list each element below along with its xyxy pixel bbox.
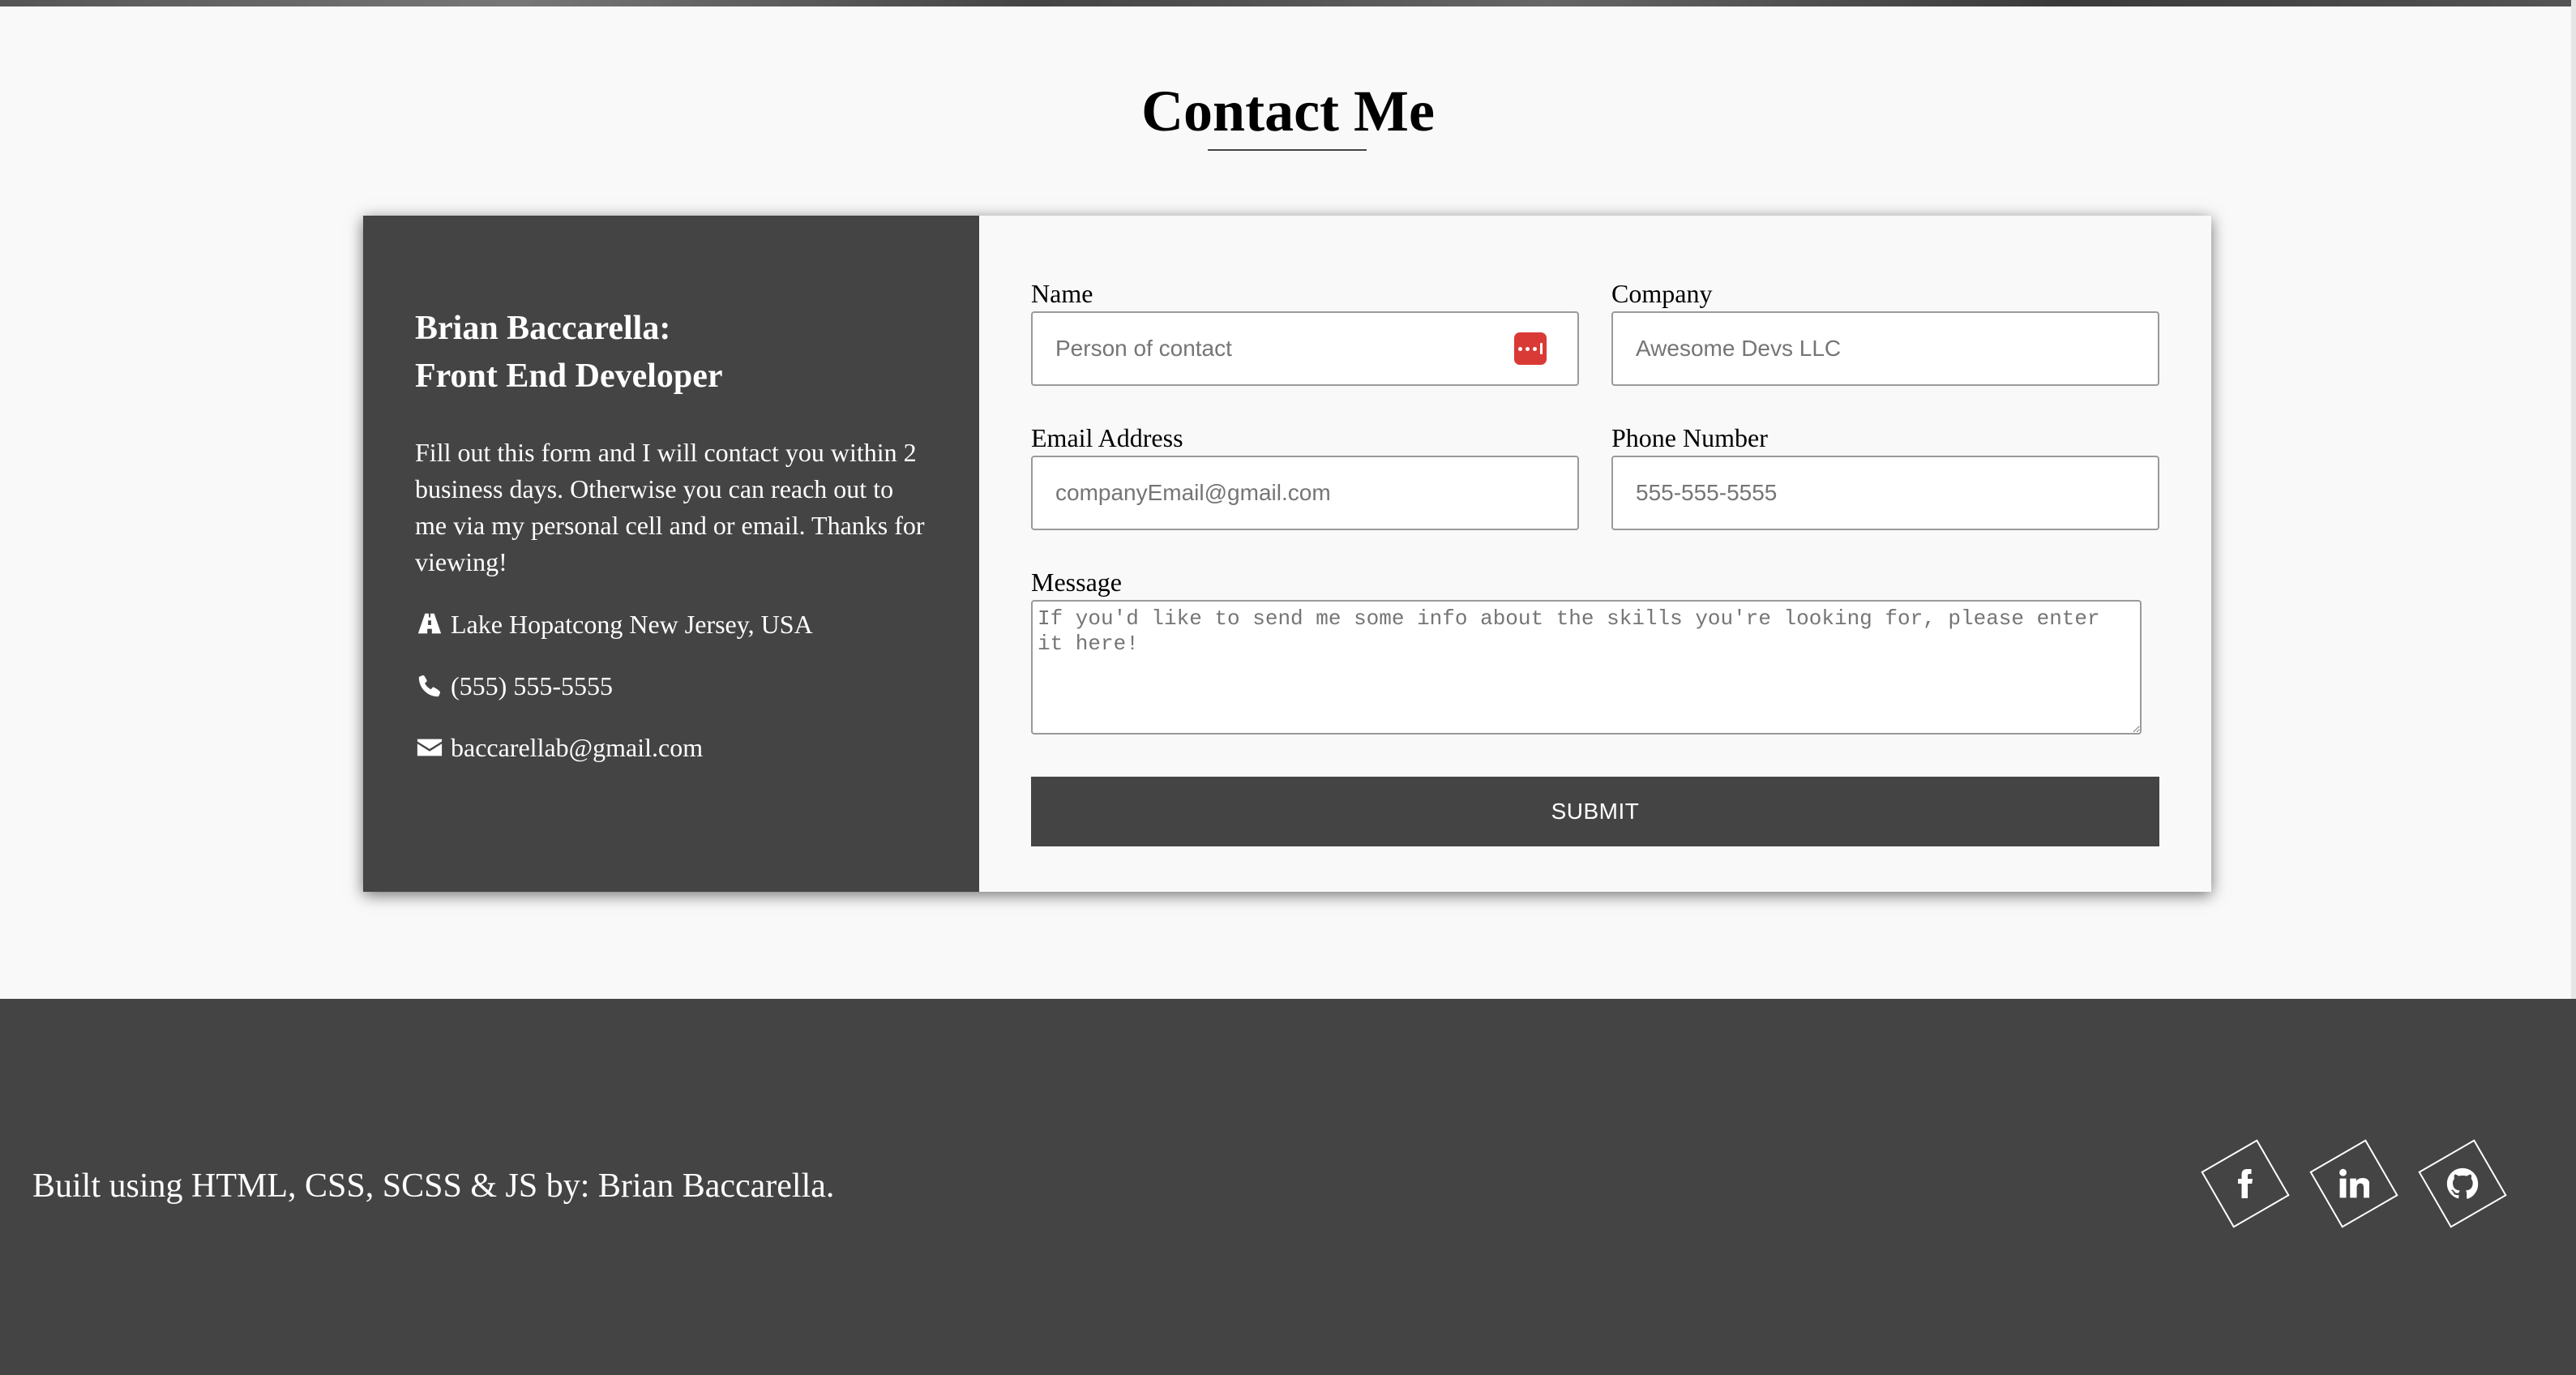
- info-location-text: Lake Hopatcong New Jersey, USA: [451, 610, 813, 639]
- submit-button[interactable]: SUBMIT: [1031, 777, 2159, 846]
- footer-credit: Built using HTML, CSS, SCSS & JS by: Bri…: [32, 1167, 835, 1205]
- phone-input[interactable]: [1611, 456, 2159, 530]
- email-label: Email Address: [1031, 423, 1183, 452]
- info-description: Fill out this form and I will contact yo…: [415, 438, 925, 576]
- linkedin-icon: [2339, 1168, 2369, 1199]
- facebook-icon: [2231, 1167, 2260, 1200]
- title-underline: [1208, 149, 1367, 151]
- phone-icon: [415, 671, 444, 700]
- road-icon: [415, 610, 444, 639]
- info-name-line2: Front End Developer: [415, 358, 723, 395]
- info-phone-text[interactable]: (555) 555-5555: [451, 668, 613, 704]
- phone-label: Phone Number: [1611, 423, 1768, 452]
- email-input[interactable]: [1031, 456, 1579, 530]
- info-email-text[interactable]: baccarellab@gmail.com: [451, 730, 703, 765]
- name-input[interactable]: [1031, 311, 1579, 386]
- password-manager-icon[interactable]: [1514, 332, 1547, 365]
- contact-form: Name Company Email Address Phone Number …: [979, 216, 2211, 892]
- info-name: Brian Baccarella: Front End Developer: [415, 305, 929, 401]
- company-label: Company: [1611, 279, 1713, 308]
- contact-card: Brian Baccarella: Front End Developer Fi…: [363, 216, 2211, 892]
- contact-info-panel: Brian Baccarella: Front End Developer Fi…: [363, 216, 979, 892]
- header-image-edge: [0, 0, 2576, 6]
- info-location: Lake Hopatcong New Jersey, USA: [415, 606, 929, 642]
- message-label: Message: [1031, 568, 1122, 597]
- contact-section: Contact Me Brian Baccarella: Front End D…: [0, 6, 2576, 999]
- message-textarea[interactable]: [1031, 600, 2142, 735]
- company-input[interactable]: [1611, 311, 2159, 386]
- github-icon: [2446, 1167, 2479, 1200]
- info-email: baccarellab@gmail.com: [415, 730, 929, 765]
- footer: Built using HTML, CSS, SCSS & JS by: Bri…: [0, 999, 2576, 1375]
- info-name-line1: Brian Baccarella:: [415, 310, 671, 347]
- info-phone: (555) 555-5555: [415, 668, 929, 704]
- section-title: Contact Me: [1141, 79, 1435, 143]
- envelope-icon: [415, 733, 444, 762]
- name-label: Name: [1031, 279, 1093, 308]
